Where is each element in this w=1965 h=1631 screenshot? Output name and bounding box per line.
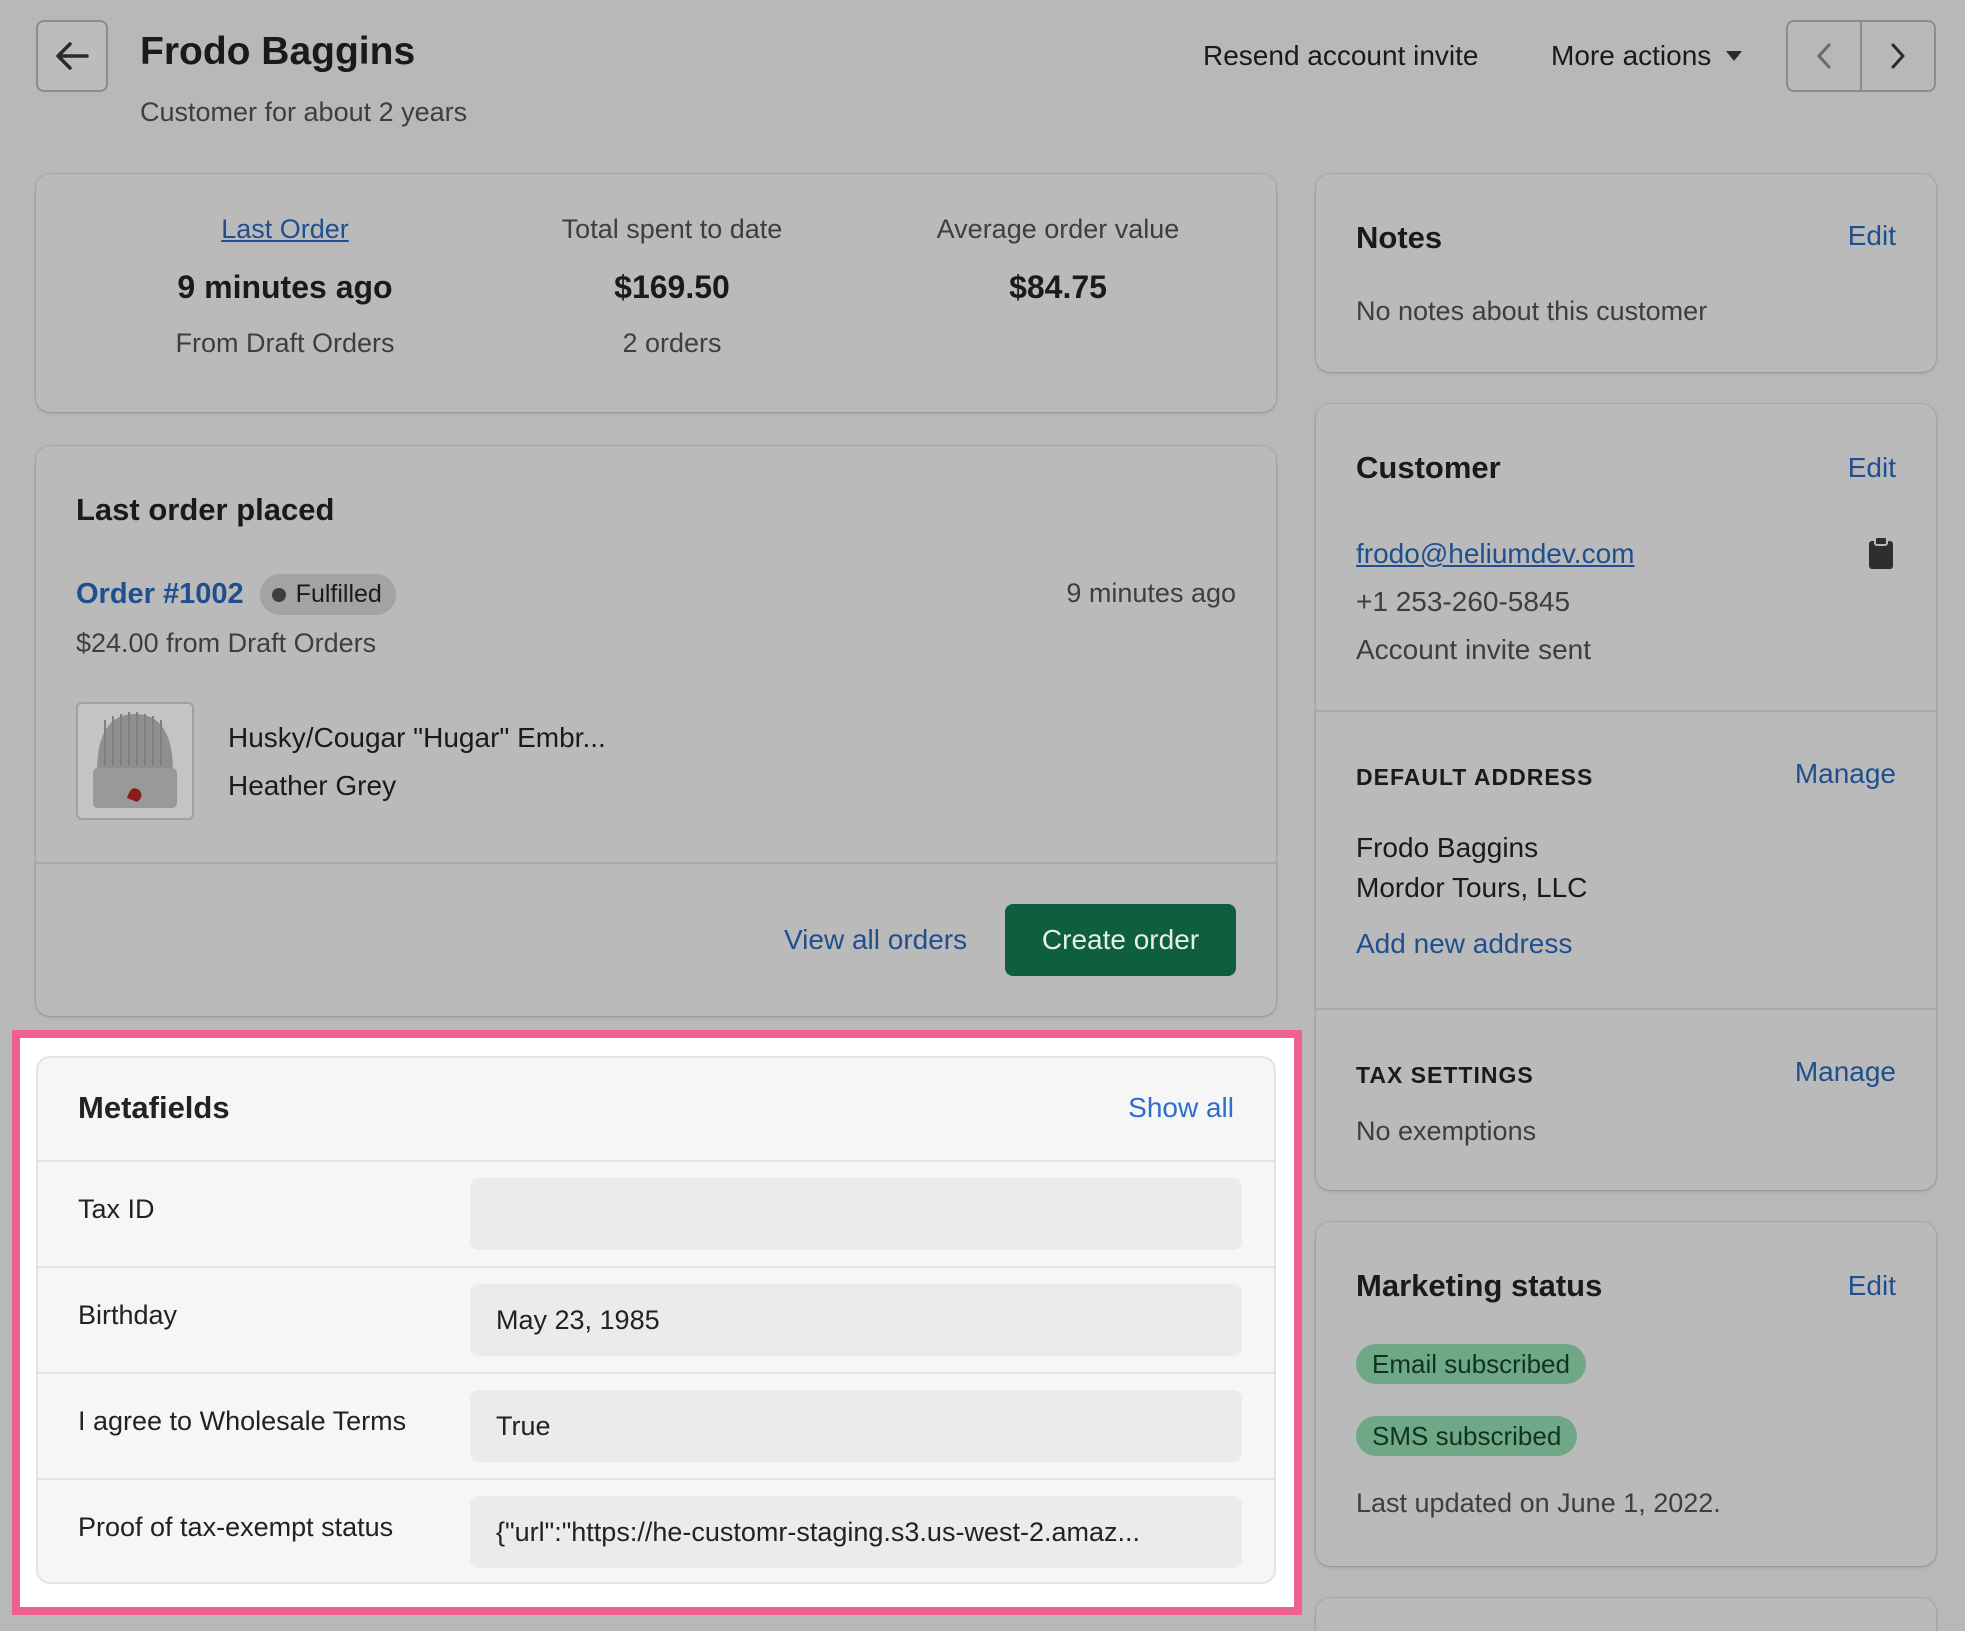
page-title: Frodo Baggins [140,30,416,73]
customer-edit-link[interactable]: Edit [1848,452,1896,484]
average-order-label: Average order value [936,214,1180,244]
metafield-label: Tax ID [78,1194,155,1224]
clipboard-icon [1869,536,1893,569]
last-order-card: Last order placed Order #1002 Fulfilled … [36,446,1276,1016]
address-company: Mordor Tours, LLC [1356,872,1588,903]
address-name: Frodo Baggins [1356,832,1539,863]
metafield-row-wholesale-terms: I agree to Wholesale Terms True [38,1372,1274,1478]
marketing-last-updated: Last updated on June 1, 2022. [1356,1488,1721,1518]
total-spent-label: Total spent to date [561,214,783,244]
stat-last-order: Last Order 9 minutes ago From Draft Orde… [125,214,445,359]
metafield-row-tax-id: Tax ID [38,1160,1274,1266]
notes-text: No notes about this customer [1356,296,1708,326]
view-all-orders-link[interactable]: View all orders [784,924,967,956]
order-line: Order #1002 Fulfilled [76,574,396,615]
order-number-link[interactable]: Order #1002 [76,578,244,611]
customer-stats-card: Last Order 9 minutes ago From Draft Orde… [36,174,1276,412]
customer-title: Customer [1356,450,1501,485]
sms-subscribed-badge: SMS subscribed [1356,1416,1578,1456]
partial-card [1316,1598,1936,1631]
caret-down-icon [1726,51,1743,61]
arrow-left-icon [56,42,89,70]
chevron-right-icon [1891,43,1905,69]
previous-customer-button[interactable] [1788,22,1860,90]
order-amount: $24.00 from Draft Orders [76,628,377,658]
more-actions-label: More actions [1551,40,1712,71]
metafield-value-input[interactable]: {"url":"https://he-customr-staging.s3.us… [470,1496,1242,1568]
back-button[interactable] [36,20,108,92]
total-spent-value: $169.50 [614,269,730,305]
card-divider [36,862,1276,864]
product-thumbnail[interactable] [76,702,194,820]
customer-phone: +1 253-260-5845 [1356,586,1571,617]
add-new-address-link[interactable]: Add new address [1356,928,1572,960]
beanie-hat-icon [93,712,177,808]
last-order-link[interactable]: Last Order [125,214,445,245]
fulfilled-badge-label: Fulfilled [295,580,382,608]
manage-tax-link[interactable]: Manage [1795,1056,1896,1088]
product-variant: Heather Grey [228,770,397,801]
account-invite-status: Account invite sent [1356,634,1592,665]
fulfilled-badge: Fulfilled [259,574,396,615]
section-divider [1316,1008,1936,1010]
metafield-label: Proof of tax-exempt status [78,1512,394,1542]
tax-exemptions-text: No exemptions [1356,1116,1537,1146]
product-name[interactable]: Husky/Cougar "Hugar" Embr... [228,722,606,754]
prev-next-nav [1786,20,1936,92]
metafield-value-input[interactable]: May 23, 1985 [470,1284,1242,1356]
more-actions-button[interactable]: More actions [1551,40,1743,72]
status-dot-icon [271,587,286,602]
resend-invite-button[interactable]: Resend account invite [1203,40,1479,72]
order-count: 2 orders [622,328,722,358]
create-order-button[interactable]: Create order [1005,904,1236,976]
stat-average-order: Average order value $84.75 [898,214,1218,306]
email-subscribed-badge: Email subscribed [1356,1344,1586,1384]
next-customer-button[interactable] [1860,22,1934,90]
notes-title: Notes [1356,220,1443,255]
notes-card: Notes Edit No notes about this customer [1316,174,1936,372]
metafield-value-input[interactable] [470,1178,1242,1250]
marketing-edit-link[interactable]: Edit [1848,1270,1896,1302]
metafield-label: Birthday [78,1300,178,1330]
customer-card: Customer Edit frodo@heliumdev.com +1 253… [1316,404,1936,1190]
marketing-status-card: Marketing status Edit Email subscribed S… [1316,1222,1936,1566]
last-order-value: 9 minutes ago [177,269,393,305]
customer-email-link[interactable]: frodo@heliumdev.com [1356,538,1634,570]
notes-edit-link[interactable]: Edit [1848,220,1896,252]
tax-settings-heading: TAX SETTINGS [1356,1062,1534,1088]
order-time: 9 minutes ago [1066,578,1236,608]
stat-total-spent: Total spent to date $169.50 2 orders [512,214,832,359]
metafield-label: I agree to Wholesale Terms [78,1406,407,1436]
chevron-left-icon [1817,43,1831,69]
average-order-value: $84.75 [1009,269,1107,305]
last-order-source: From Draft Orders [175,328,395,358]
last-order-title: Last order placed [76,492,335,527]
show-all-link[interactable]: Show all [1128,1092,1234,1124]
manage-address-link[interactable]: Manage [1795,758,1896,790]
copy-email-button[interactable] [1868,536,1894,575]
section-divider [1316,710,1936,712]
default-address-heading: DEFAULT ADDRESS [1356,764,1594,790]
page-subtitle: Customer for about 2 years [140,97,468,127]
metafields-title: Metafields [78,1090,230,1125]
metafield-value-input[interactable]: True [470,1390,1242,1462]
metafields-card: Metafields Show all Tax ID Birthday May … [36,1056,1276,1584]
marketing-title: Marketing status [1356,1268,1603,1303]
metafield-row-birthday: Birthday May 23, 1985 [38,1266,1274,1372]
metafield-row-tax-exempt-proof: Proof of tax-exempt status {"url":"https… [38,1478,1274,1584]
